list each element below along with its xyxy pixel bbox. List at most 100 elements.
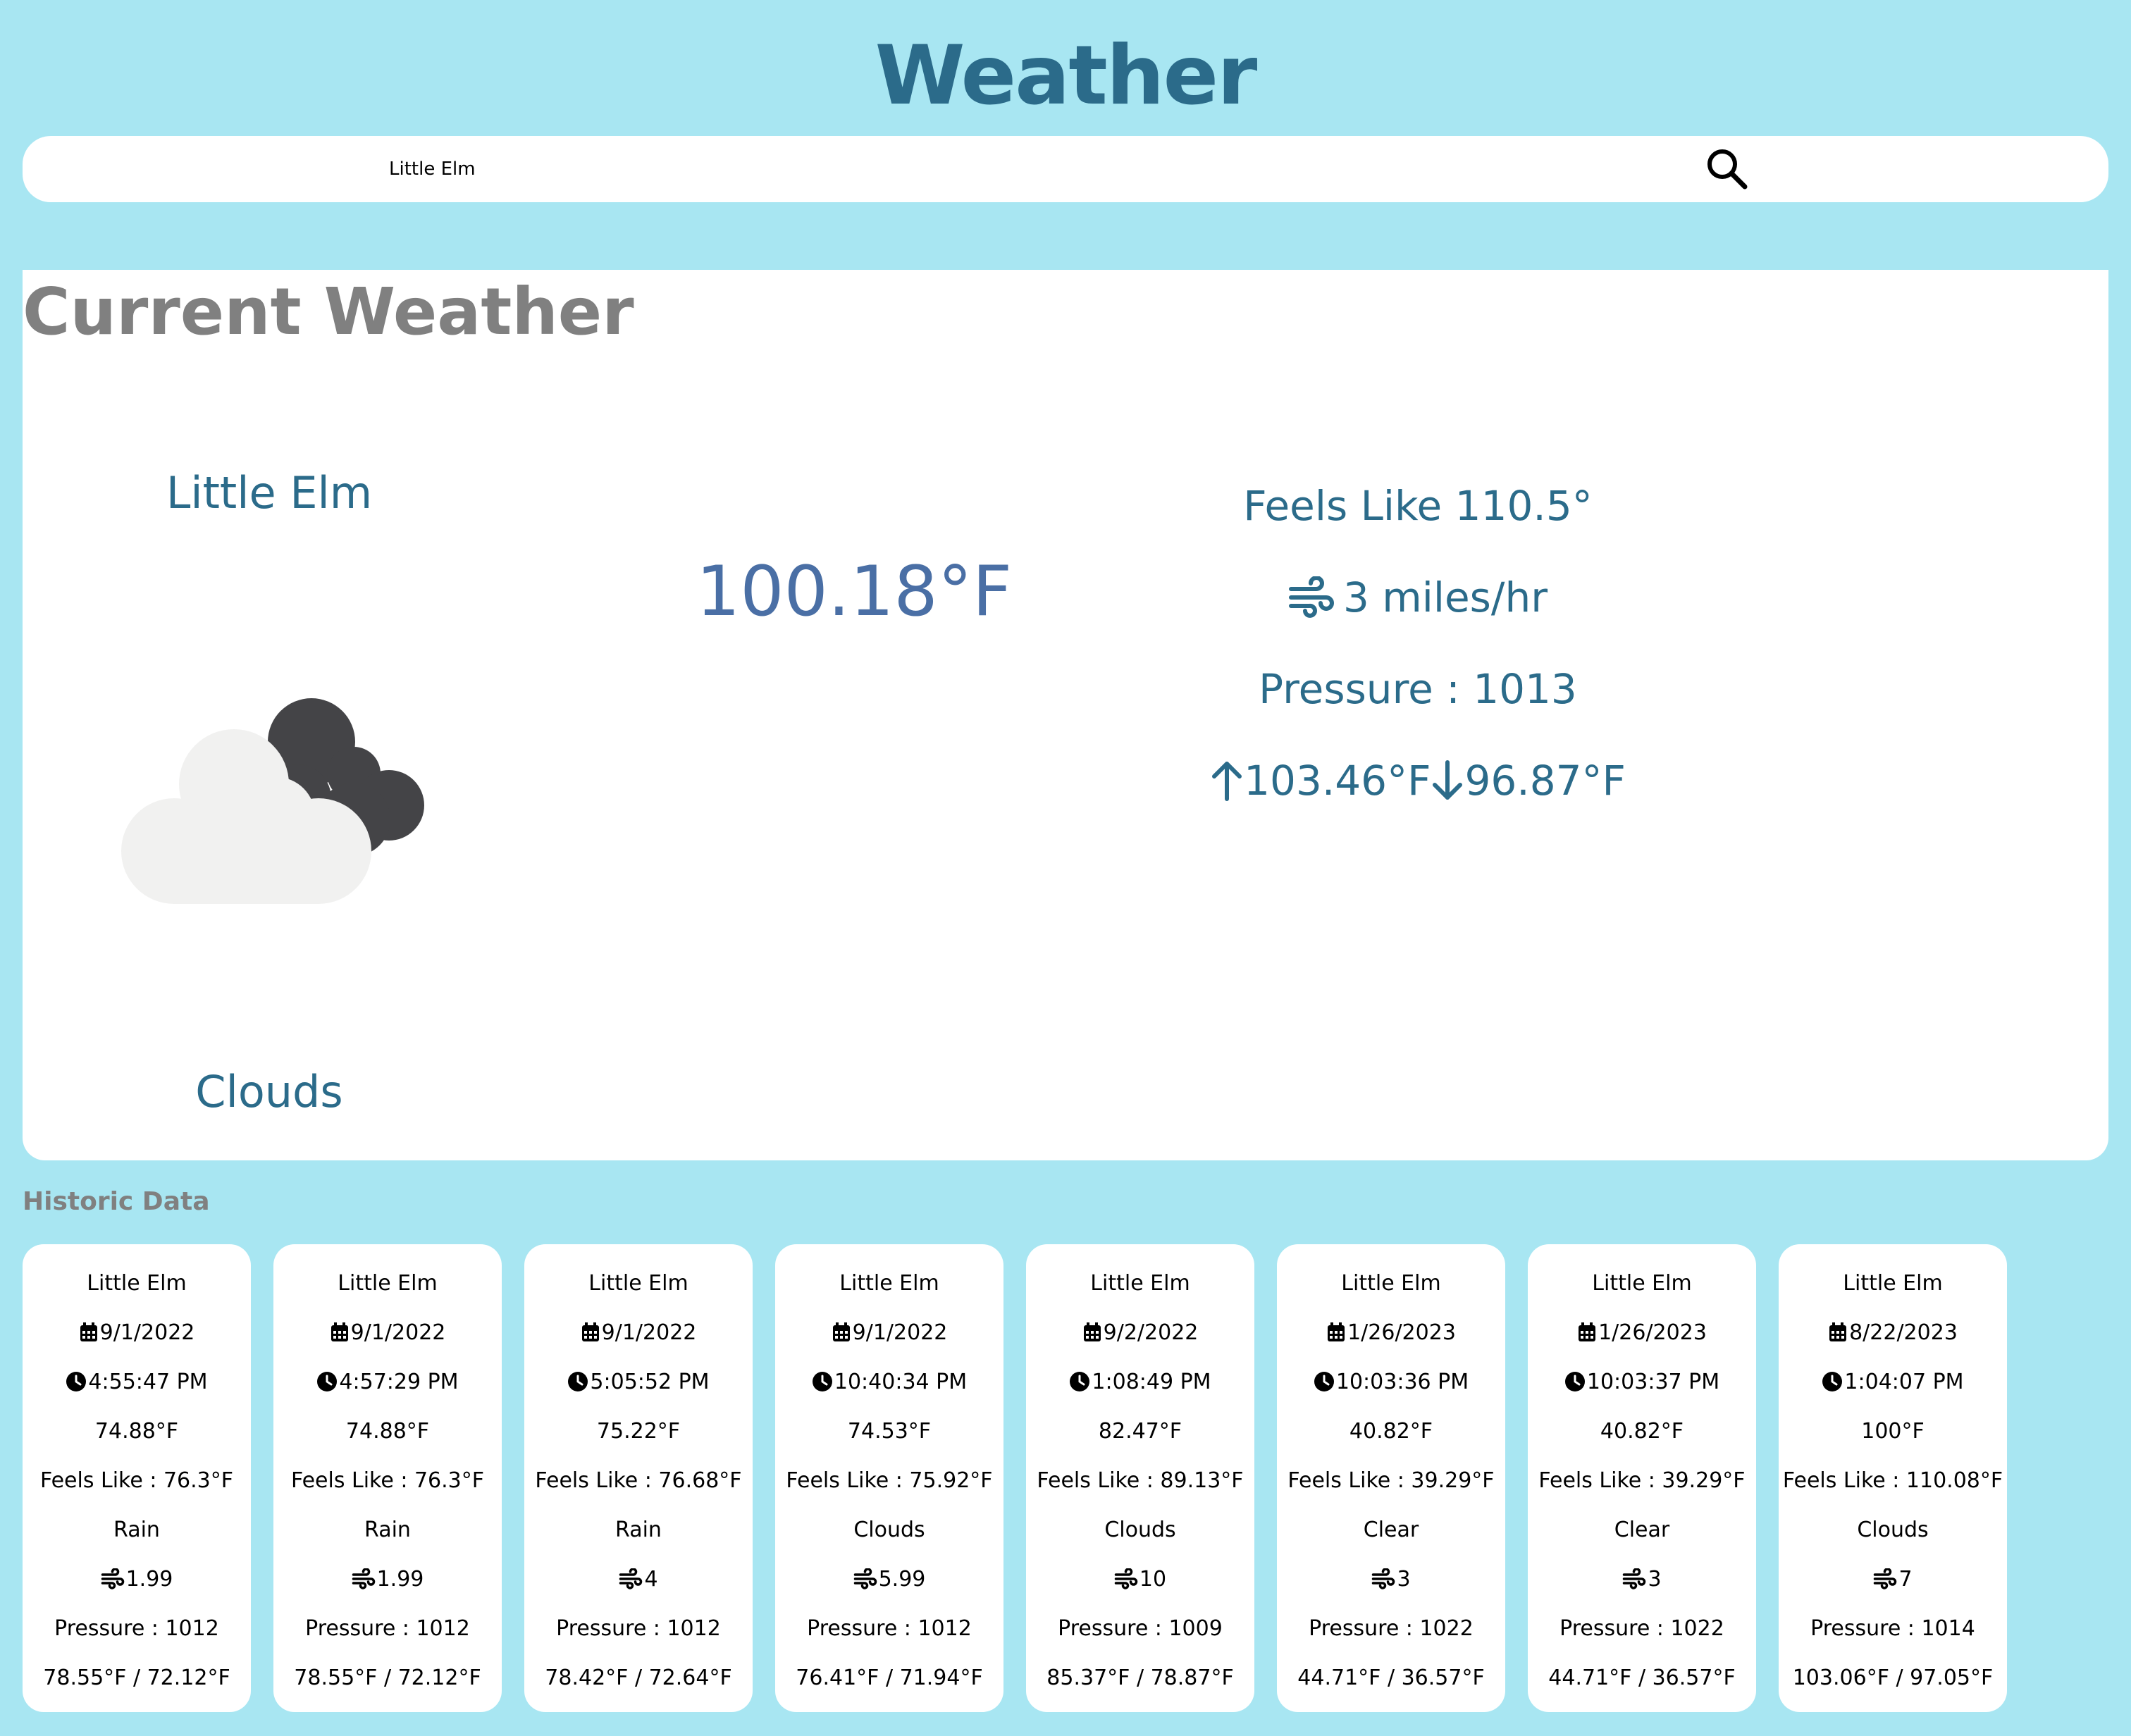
historic-card[interactable]: Little Elm 9/1/2022 10:40:34 PM 74.53°F Feel… [775,1244,1003,1712]
card-time: 10:03:36 PM [1335,1369,1469,1394]
wind-icon [1372,1568,1395,1589]
clock-icon [812,1372,832,1391]
card-city: Little Elm [338,1270,438,1296]
card-wind-row: 7 [1779,1554,2007,1604]
card-date: 9/1/2022 [350,1320,446,1345]
card-feels-like: Feels Like : 76.68°F [535,1468,742,1493]
card-feels-like: Feels Like : 76.3°F [39,1468,234,1493]
historic-card[interactable]: Little Elm 9/2/2022 1:08:49 PM 82.47°F Feels… [1026,1244,1254,1712]
card-time-row: 1:08:49 PM [1026,1357,1254,1406]
card-temp-range: 85.37°F / 78.87°F [1046,1665,1234,1690]
current-condition: Clouds [195,1066,343,1117]
card-feels-like: Feels Like : 39.29°F [1287,1468,1495,1493]
card-date-row: 9/1/2022 [23,1308,251,1357]
card-feels-like: Feels Like : 89.13°F [1037,1468,1244,1493]
card-feels-like: Feels Like : 75.92°F [786,1468,993,1493]
clock-icon [1822,1372,1843,1391]
historic-card[interactable]: Little Elm 1/26/2023 10:03:37 PM 40.82°F Fee… [1528,1244,1756,1712]
card-date-row: 8/22/2023 [1779,1308,2007,1357]
card-time-row: 1:04:07 PM [1779,1357,2007,1406]
card-wind: 1.99 [125,1566,173,1592]
clock-icon [1070,1372,1090,1391]
card-date-row: 9/2/2022 [1026,1308,1254,1357]
temp-range-row: 103.46°F 96.87°F [1122,735,1714,826]
card-city: Little Elm [1341,1270,1441,1296]
current-temperature: 100.18°F [696,552,1013,632]
card-date: 9/2/2022 [1103,1320,1199,1345]
current-details: Feels Like 110.5° 3 miles/hr Pressure : … [1122,460,1714,826]
card-wind: 4 [644,1566,658,1592]
clock-icon [1314,1372,1334,1391]
card-time: 4:55:47 PM [88,1369,208,1394]
card-wind-row: 1.99 [273,1554,502,1604]
historic-card[interactable]: Little Elm 1/26/2023 10:03:36 PM 40.82°F Fee… [1277,1244,1505,1712]
card-date-row: 1/26/2023 [1277,1308,1505,1357]
card-condition: Clear [1614,1517,1670,1542]
card-temperature: 74.53°F [847,1418,932,1444]
card-temperature: 75.22°F [596,1418,681,1444]
card-feels-like: Feels Like : 110.08°F [1782,1468,2003,1493]
card-date: 1/26/2023 [1347,1320,1456,1345]
calendar-icon [1829,1322,1847,1341]
card-wind-row: 4 [524,1554,753,1604]
card-feels-like: Feels Like : 39.29°F [1538,1468,1746,1493]
card-temperature: 40.82°F [1349,1418,1433,1444]
clock-icon [1564,1372,1585,1391]
card-temp-range: 78.55°F / 72.12°F [43,1665,230,1690]
card-wind-row: 10 [1026,1554,1254,1604]
arrow-up-icon [1212,762,1242,801]
search-button[interactable] [1704,146,1750,192]
card-date: 9/1/2022 [852,1320,948,1345]
card-condition: Rain [364,1517,411,1542]
card-time-row: 5:05:52 PM [524,1357,753,1406]
card-condition: Clear [1363,1517,1419,1542]
wind-icon [352,1568,375,1589]
wind-icon [1288,576,1334,618]
calendar-icon [331,1322,348,1341]
temp-low: 96.87°F [1464,757,1626,805]
card-temperature: 74.88°F [94,1418,179,1444]
historic-data-title: Historic Data [23,1187,210,1216]
card-temp-range: 78.42°F / 72.64°F [545,1665,732,1690]
search-input[interactable] [389,153,1587,185]
card-pressure: Pressure : 1012 [807,1616,972,1641]
card-date-row: 9/1/2022 [524,1308,753,1357]
card-date-row: 9/1/2022 [273,1308,502,1357]
search-icon [1707,149,1748,190]
historic-card[interactable]: Little Elm 8/22/2023 1:04:07 PM 100°F Feels … [1779,1244,2007,1712]
card-pressure: Pressure : 1022 [1559,1616,1724,1641]
historic-card[interactable]: Little Elm 9/1/2022 4:55:47 PM 74.88°F Feels… [23,1244,251,1712]
card-temp-range: 78.55°F / 72.12°F [294,1665,481,1690]
card-condition: Rain [615,1517,662,1542]
card-pressure: Pressure : 1012 [305,1616,470,1641]
card-time: 1:04:07 PM [1844,1369,1964,1394]
calendar-icon [80,1322,97,1341]
card-feels-like: Feels Like : 76.3°F [290,1468,485,1493]
wind-icon [1623,1568,1646,1589]
card-temp-range: 103.06°F / 97.05°F [1792,1665,1994,1690]
card-time: 5:05:52 PM [590,1369,710,1394]
card-wind: 3 [1397,1566,1411,1592]
card-wind: 1.99 [376,1566,424,1592]
card-date: 8/22/2023 [1849,1320,1958,1345]
historic-card[interactable]: Little Elm 9/1/2022 4:57:29 PM 74.88°F Feels… [273,1244,502,1712]
card-city: Little Elm [1843,1270,1943,1296]
card-temperature: 40.82°F [1600,1418,1684,1444]
card-time-row: 10:03:36 PM [1277,1357,1505,1406]
card-wind-row: 3 [1277,1554,1505,1604]
clouds-icon [86,664,452,932]
clock-icon [66,1372,87,1391]
card-temperature: 82.47°F [1098,1418,1182,1444]
historic-card[interactable]: Little Elm 9/1/2022 5:05:52 PM 75.22°F Feels… [524,1244,753,1712]
wind-icon [853,1568,877,1589]
card-temp-range: 76.41°F / 71.94°F [796,1665,983,1690]
card-pressure: Pressure : 1012 [556,1616,721,1641]
current-city: Little Elm [166,467,373,519]
card-wind-row: 1.99 [23,1554,251,1604]
wind-icon [1874,1568,1897,1589]
card-wind-row: 5.99 [775,1554,1003,1604]
card-pressure: Pressure : 1014 [1810,1616,1975,1641]
card-condition: Clouds [853,1517,925,1542]
wind-icon [619,1568,643,1589]
card-temperature: 74.88°F [345,1418,430,1444]
